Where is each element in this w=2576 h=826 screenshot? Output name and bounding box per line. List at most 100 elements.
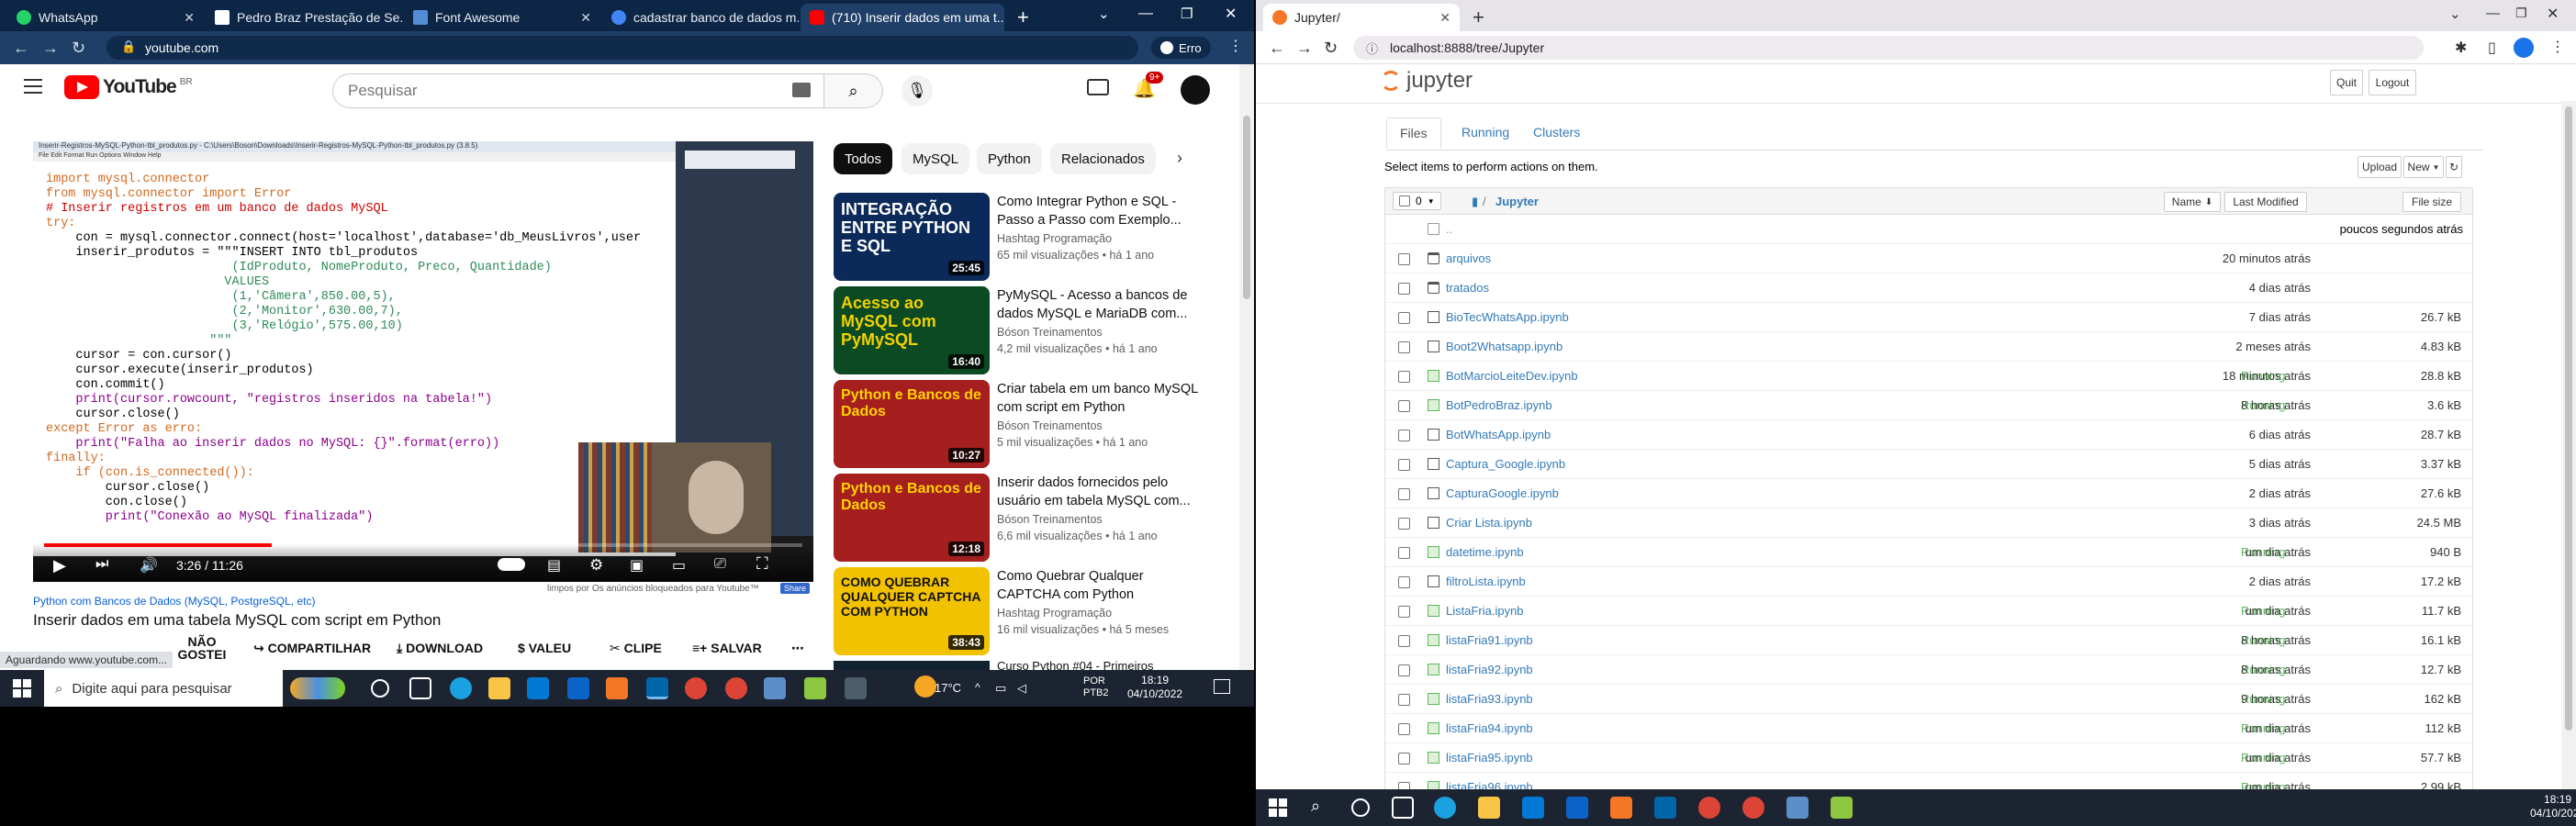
keyboard-icon[interactable] [792,83,811,97]
close-icon[interactable]: ✕ [184,10,195,26]
file-row[interactable]: BotMarcioLeiteDev.ipynb Running 18 minutos… [1385,362,2472,391]
select-all-checkbox[interactable] [1399,195,1410,206]
youtube-logo[interactable]: YouTube BR [64,75,193,99]
task-view-icon[interactable] [409,677,431,699]
sidebar-icon[interactable]: ▯ [2488,39,2496,57]
tab-pedro-braz[interactable]: Pedro Braz Prestação de Se...✕ [206,4,402,31]
logout-button[interactable]: Logout [2369,70,2416,95]
row-checkbox[interactable] [1398,459,1410,471]
row-checkbox[interactable] [1398,606,1410,618]
new-dropdown-button[interactable]: New ▼ [2403,156,2444,178]
vscode-icon[interactable] [646,677,668,699]
forward-button[interactable]: → [42,39,59,58]
recommended-video[interactable]: Python e Bancos de Dados 10:27 Criar tabe… [834,380,1238,468]
file-name[interactable]: Criar Lista.ipynb [1446,516,1532,530]
cast-icon[interactable]: ⎚ [714,556,726,573]
row-checkbox[interactable] [1398,547,1410,559]
row-checkbox[interactable] [1398,782,1410,789]
task-view-icon[interactable] [1392,797,1414,819]
notifications-icon[interactable] [1214,679,1230,694]
tab-font-awesome[interactable]: Font Awesome ✕ [404,4,600,31]
select-all-dropdown[interactable]: 0 ▼ [1393,192,1441,210]
new-tab-button[interactable]: + [1473,6,1484,29]
file-row[interactable]: Criar Lista.ipynb 3 dias atrás 24.5 MB [1385,508,2472,538]
reload-button[interactable]: ↻ [1324,39,1338,58]
taskbar-search-input[interactable]: ⌕ Digite aqui para pesquisar [44,670,283,707]
row-checkbox[interactable] [1398,753,1410,765]
file-row[interactable]: filtroLista.ipynb 2 dias atrás 17.2 kB [1385,567,2472,597]
tab-search-icon[interactable]: ⌄ [1098,6,1110,22]
clip-button[interactable]: ✂ CLIPE [610,641,662,656]
sort-by-name-button[interactable]: Name ⬇ [2164,192,2221,212]
edge-icon[interactable] [1434,797,1456,819]
back-button[interactable]: ← [1269,39,1285,58]
file-row[interactable]: listaFria91.ipynb Running 8 horas atrás 16.… [1385,626,2472,655]
subtitles-icon[interactable]: ▤ [547,556,561,575]
file-row[interactable]: listaFria96.ipynb Running um dia atrás 2.99… [1385,773,2472,789]
file-name[interactable]: arquivos [1446,251,1491,265]
maximize-button[interactable]: ❐ [1181,6,1193,22]
chip-relacionados[interactable]: Relacionados [1050,143,1156,174]
progress-bar[interactable] [44,543,802,547]
row-checkbox[interactable] [1398,283,1410,295]
row-checkbox[interactable] [1398,312,1410,324]
tab-youtube[interactable]: (710) Inserir dados em uma t...✕ [801,4,1004,31]
search-icon[interactable]: ⌕ [1311,797,1320,816]
file-row[interactable]: datetime.ipynb Running um dia atrás 940 B [1385,538,2472,567]
extensions-icon[interactable]: ✱ [2455,39,2467,57]
tray-chevron-icon[interactable]: ^ [975,681,980,694]
store-icon[interactable] [527,677,549,699]
file-row[interactable]: Boot2Whatsapp.ipynb 2 meses atrás 4.83 kB [1385,332,2472,362]
tab-clusters[interactable]: Clusters [1520,117,1593,147]
windows-start-icon[interactable] [1269,798,1287,817]
file-row[interactable]: listaFria94.ipynb Running um dia atrás 112 … [1385,714,2472,743]
recommended-video[interactable]: INTEGRAÇÃO ENTRE PYTHON E SQL 25:45 Como … [834,193,1238,281]
scrollbar[interactable] [2561,101,2576,789]
chevron-right-icon[interactable]: › [1177,149,1182,168]
file-name[interactable]: BioTecWhatsApp.ipynb [1446,310,1569,324]
python-icon[interactable] [1786,797,1809,819]
file-name[interactable]: listaFria95.ipynb [1446,751,1533,765]
vscode-icon[interactable] [1654,797,1676,819]
back-button[interactable]: ← [13,39,29,58]
file-row[interactable]: arquivos 20 minutos atrás [1385,244,2472,273]
row-checkbox[interactable] [1398,576,1410,588]
temperature-text[interactable]: 17°C [935,681,961,695]
row-checkbox[interactable] [1398,430,1410,441]
tab-whatsapp[interactable]: WhatsApp ✕ [7,4,204,31]
reload-button[interactable]: ↻ [72,39,85,58]
file-name[interactable]: Boot2Whatsapp.ipynb [1446,340,1562,353]
file-row[interactable]: BioTecWhatsApp.ipynb 7 dias atrás 26.7 kB [1385,303,2472,332]
file-row[interactable]: BotWhatsApp.ipynb 6 dias atrás 28.7 kB [1385,420,2472,450]
fullscreen-icon[interactable]: ⛶ [756,554,768,574]
jupyter-icon[interactable] [606,677,628,699]
file-explorer-icon[interactable] [488,677,510,699]
language-indicator[interactable]: POR PTB2 [1083,675,1109,699]
row-checkbox[interactable] [1398,694,1410,706]
mail-icon[interactable] [567,677,589,699]
new-tab-button[interactable]: + [1017,6,1029,29]
file-row[interactable]: listaFria93.ipynb Running 9 horas atrás 162… [1385,685,2472,714]
tab-files[interactable]: Files [1386,117,1441,149]
file-name[interactable]: listaFria96.ipynb [1446,780,1533,789]
file-row[interactable]: CapturaGoogle.ipynb 2 dias atrás 27.6 kB [1385,479,2472,508]
dislike-button[interactable]: NÃO GOSTEI [174,635,230,661]
file-row[interactable]: listaFria95.ipynb Running um dia atrás 57.7… [1385,743,2472,773]
row-checkbox[interactable] [1398,488,1410,500]
file-name[interactable]: listaFria91.ipynb [1446,633,1533,647]
network-icon[interactable]: ▭ [995,681,1006,696]
app-icon[interactable] [845,677,867,699]
tab-search-icon[interactable]: ⌄ [2449,6,2461,22]
menu-icon[interactable]: ⋮ [1228,37,1243,55]
share-badge[interactable]: Share [780,583,811,594]
chrome-icon[interactable] [1742,797,1764,819]
file-name[interactable]: filtroLista.ipynb [1446,575,1526,588]
file-row[interactable]: tratados 4 dias atrás [1385,273,2472,303]
chrome-icon[interactable] [725,677,747,699]
file-row[interactable]: listaFria92.ipynb Running 8 horas atrás 12.… [1385,655,2472,685]
sort-by-modified-button[interactable]: Last Modified [2224,192,2307,212]
maximize-button[interactable]: ❐ [2515,6,2527,21]
chip-python[interactable]: Python [977,143,1042,174]
sort-by-size-button[interactable]: File size [2402,192,2461,212]
tab-jupyter[interactable]: Jupyter/✕ [1263,4,1460,31]
